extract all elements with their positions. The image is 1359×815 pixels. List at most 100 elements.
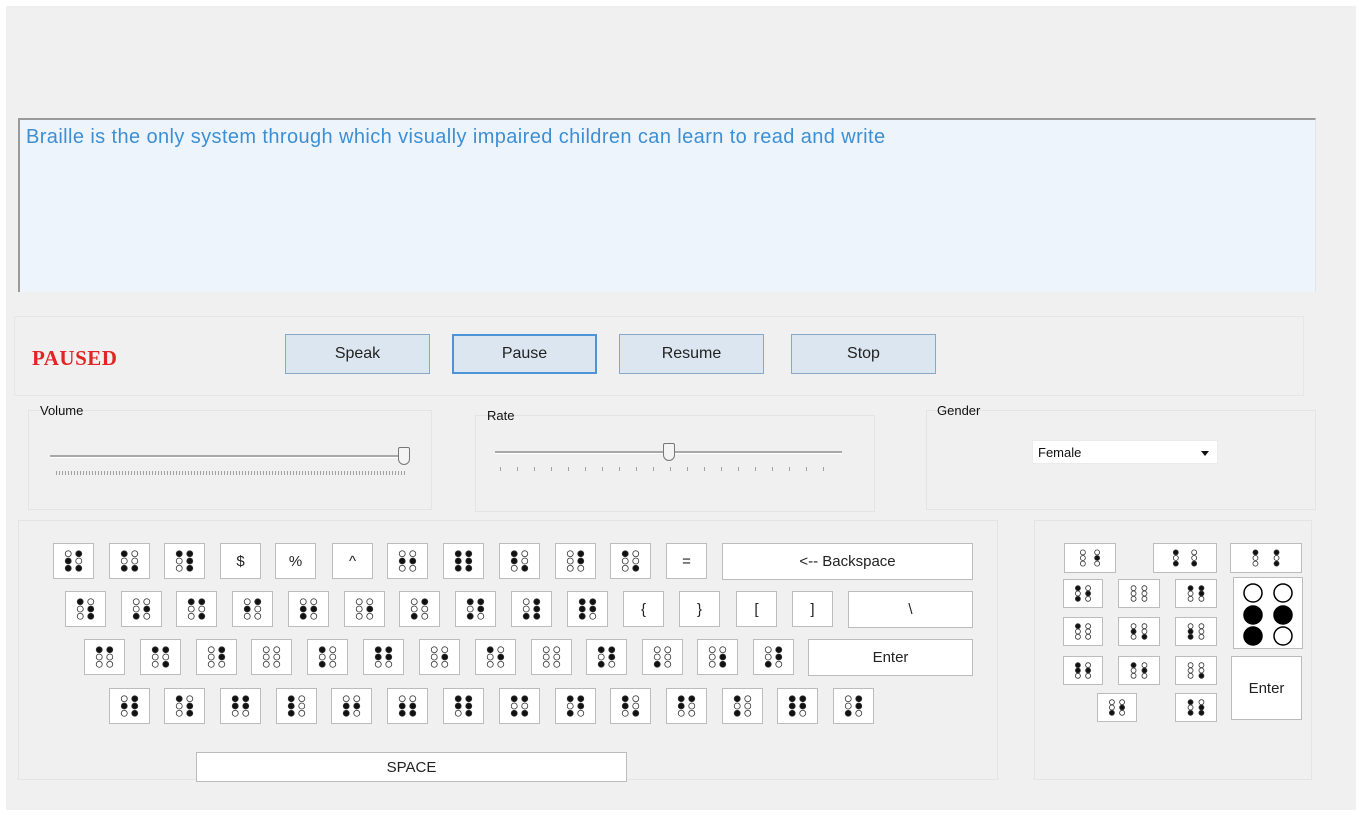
key-lbracket[interactable]: [ xyxy=(736,591,777,627)
key-dollar[interactable]: $ xyxy=(220,543,261,579)
braille-key[interactable] xyxy=(140,639,181,675)
resume-button[interactable]: Resume xyxy=(619,334,764,374)
numpad-braille-key[interactable] xyxy=(1230,543,1302,573)
braille-cell-icon xyxy=(733,695,752,717)
braille-cell-icon xyxy=(486,646,505,668)
braille-key[interactable] xyxy=(777,688,818,724)
braille-cell-icon xyxy=(1187,623,1205,640)
key-rbrace[interactable]: } xyxy=(679,591,720,627)
braille-key[interactable] xyxy=(455,591,496,627)
backspace-key[interactable]: <-- Backspace xyxy=(722,543,973,580)
braille-key[interactable] xyxy=(610,688,651,724)
braille-cell-icon xyxy=(76,598,95,620)
braille-key[interactable] xyxy=(443,543,484,579)
braille-key[interactable] xyxy=(84,639,125,675)
key-percent[interactable]: % xyxy=(275,543,316,579)
braille-key[interactable] xyxy=(53,543,94,579)
braille-key[interactable] xyxy=(331,688,372,724)
numpad-braille-key[interactable] xyxy=(1097,693,1137,722)
braille-key[interactable] xyxy=(697,639,738,675)
braille-key[interactable] xyxy=(164,688,205,724)
braille-key[interactable] xyxy=(251,639,292,675)
braille-key[interactable] xyxy=(531,639,572,675)
braille-cell-icon xyxy=(542,646,561,668)
braille-key[interactable] xyxy=(722,688,763,724)
braille-cell-icon xyxy=(566,695,585,717)
numpad-braille-key[interactable] xyxy=(1063,579,1103,608)
chevron-down-icon[interactable] xyxy=(1201,451,1209,456)
stop-button[interactable]: Stop xyxy=(791,334,936,374)
rate-slider-thumb[interactable] xyxy=(663,443,675,461)
numpad-braille-key[interactable] xyxy=(1175,579,1217,608)
numpad-braille-key[interactable] xyxy=(1063,617,1103,646)
pause-button[interactable]: Pause xyxy=(452,334,597,374)
numpad-enter-key[interactable]: Enter xyxy=(1231,656,1302,720)
gender-select[interactable]: Female xyxy=(1032,440,1218,464)
braille-cell-icon xyxy=(1243,583,1293,646)
braille-key[interactable] xyxy=(176,591,217,627)
braille-key[interactable] xyxy=(499,688,540,724)
key-rbracket[interactable]: ] xyxy=(792,591,833,627)
braille-key[interactable] xyxy=(567,591,608,627)
braille-cell-icon xyxy=(175,695,194,717)
braille-key[interactable] xyxy=(288,591,329,627)
numpad-braille-key[interactable] xyxy=(1175,656,1217,685)
space-key[interactable]: SPACE xyxy=(196,752,627,782)
braille-key[interactable] xyxy=(642,639,683,675)
braille-key[interactable] xyxy=(833,688,874,724)
braille-cell-icon xyxy=(621,695,640,717)
braille-key[interactable] xyxy=(511,591,552,627)
braille-cell-icon xyxy=(207,646,226,668)
braille-key[interactable] xyxy=(555,688,596,724)
key-lbrace[interactable]: { xyxy=(623,591,664,627)
braille-cell-icon xyxy=(1187,699,1205,716)
numpad-braille-key[interactable] xyxy=(1118,656,1160,685)
braille-key[interactable] xyxy=(220,688,261,724)
braille-key[interactable] xyxy=(196,639,237,675)
key-equals[interactable]: = xyxy=(666,543,707,579)
braille-cell-icon xyxy=(621,550,640,572)
braille-key[interactable] xyxy=(65,591,106,627)
volume-slider-ticks xyxy=(56,471,406,475)
braille-key[interactable] xyxy=(419,639,460,675)
numpad-braille-key[interactable] xyxy=(1118,617,1160,646)
key-caret[interactable]: ^ xyxy=(332,543,373,579)
braille-key[interactable] xyxy=(499,543,540,579)
braille-cell-icon xyxy=(1108,699,1126,716)
braille-key[interactable] xyxy=(276,688,317,724)
braille-key[interactable] xyxy=(387,688,428,724)
braille-key[interactable] xyxy=(555,543,596,579)
numpad-braille-key[interactable] xyxy=(1064,543,1116,573)
numpad-braille-key[interactable] xyxy=(1175,617,1217,646)
braille-key[interactable] xyxy=(753,639,794,675)
braille-key[interactable] xyxy=(109,543,150,579)
numpad-braille-key[interactable] xyxy=(1118,579,1160,608)
braille-key[interactable] xyxy=(586,639,627,675)
braille-key[interactable] xyxy=(164,543,205,579)
braille-cell-icon xyxy=(355,598,374,620)
braille-key[interactable] xyxy=(443,688,484,724)
braille-text-area[interactable]: Braille is the only system through which… xyxy=(18,118,1316,292)
braille-cell-icon xyxy=(318,646,337,668)
numpad-braille-key[interactable] xyxy=(1153,543,1217,573)
volume-slider-thumb[interactable] xyxy=(398,447,410,465)
braille-cell-icon xyxy=(95,646,114,668)
braille-key[interactable] xyxy=(666,688,707,724)
braille-cell-icon xyxy=(342,695,361,717)
speak-button[interactable]: Speak xyxy=(285,334,430,374)
braille-key[interactable] xyxy=(399,591,440,627)
braille-key[interactable] xyxy=(387,543,428,579)
enter-key[interactable]: Enter xyxy=(808,639,973,676)
braille-key[interactable] xyxy=(363,639,404,675)
volume-slider-track[interactable] xyxy=(50,455,410,458)
braille-key[interactable] xyxy=(610,543,651,579)
numpad-braille-key[interactable] xyxy=(1063,656,1103,685)
braille-key[interactable] xyxy=(121,591,162,627)
backslash-key[interactable]: \ xyxy=(848,591,973,628)
braille-key[interactable] xyxy=(307,639,348,675)
numpad-braille-key[interactable] xyxy=(1175,693,1217,722)
braille-key[interactable] xyxy=(475,639,516,675)
braille-key[interactable] xyxy=(232,591,273,627)
braille-key[interactable] xyxy=(344,591,385,627)
braille-key[interactable] xyxy=(109,688,150,724)
